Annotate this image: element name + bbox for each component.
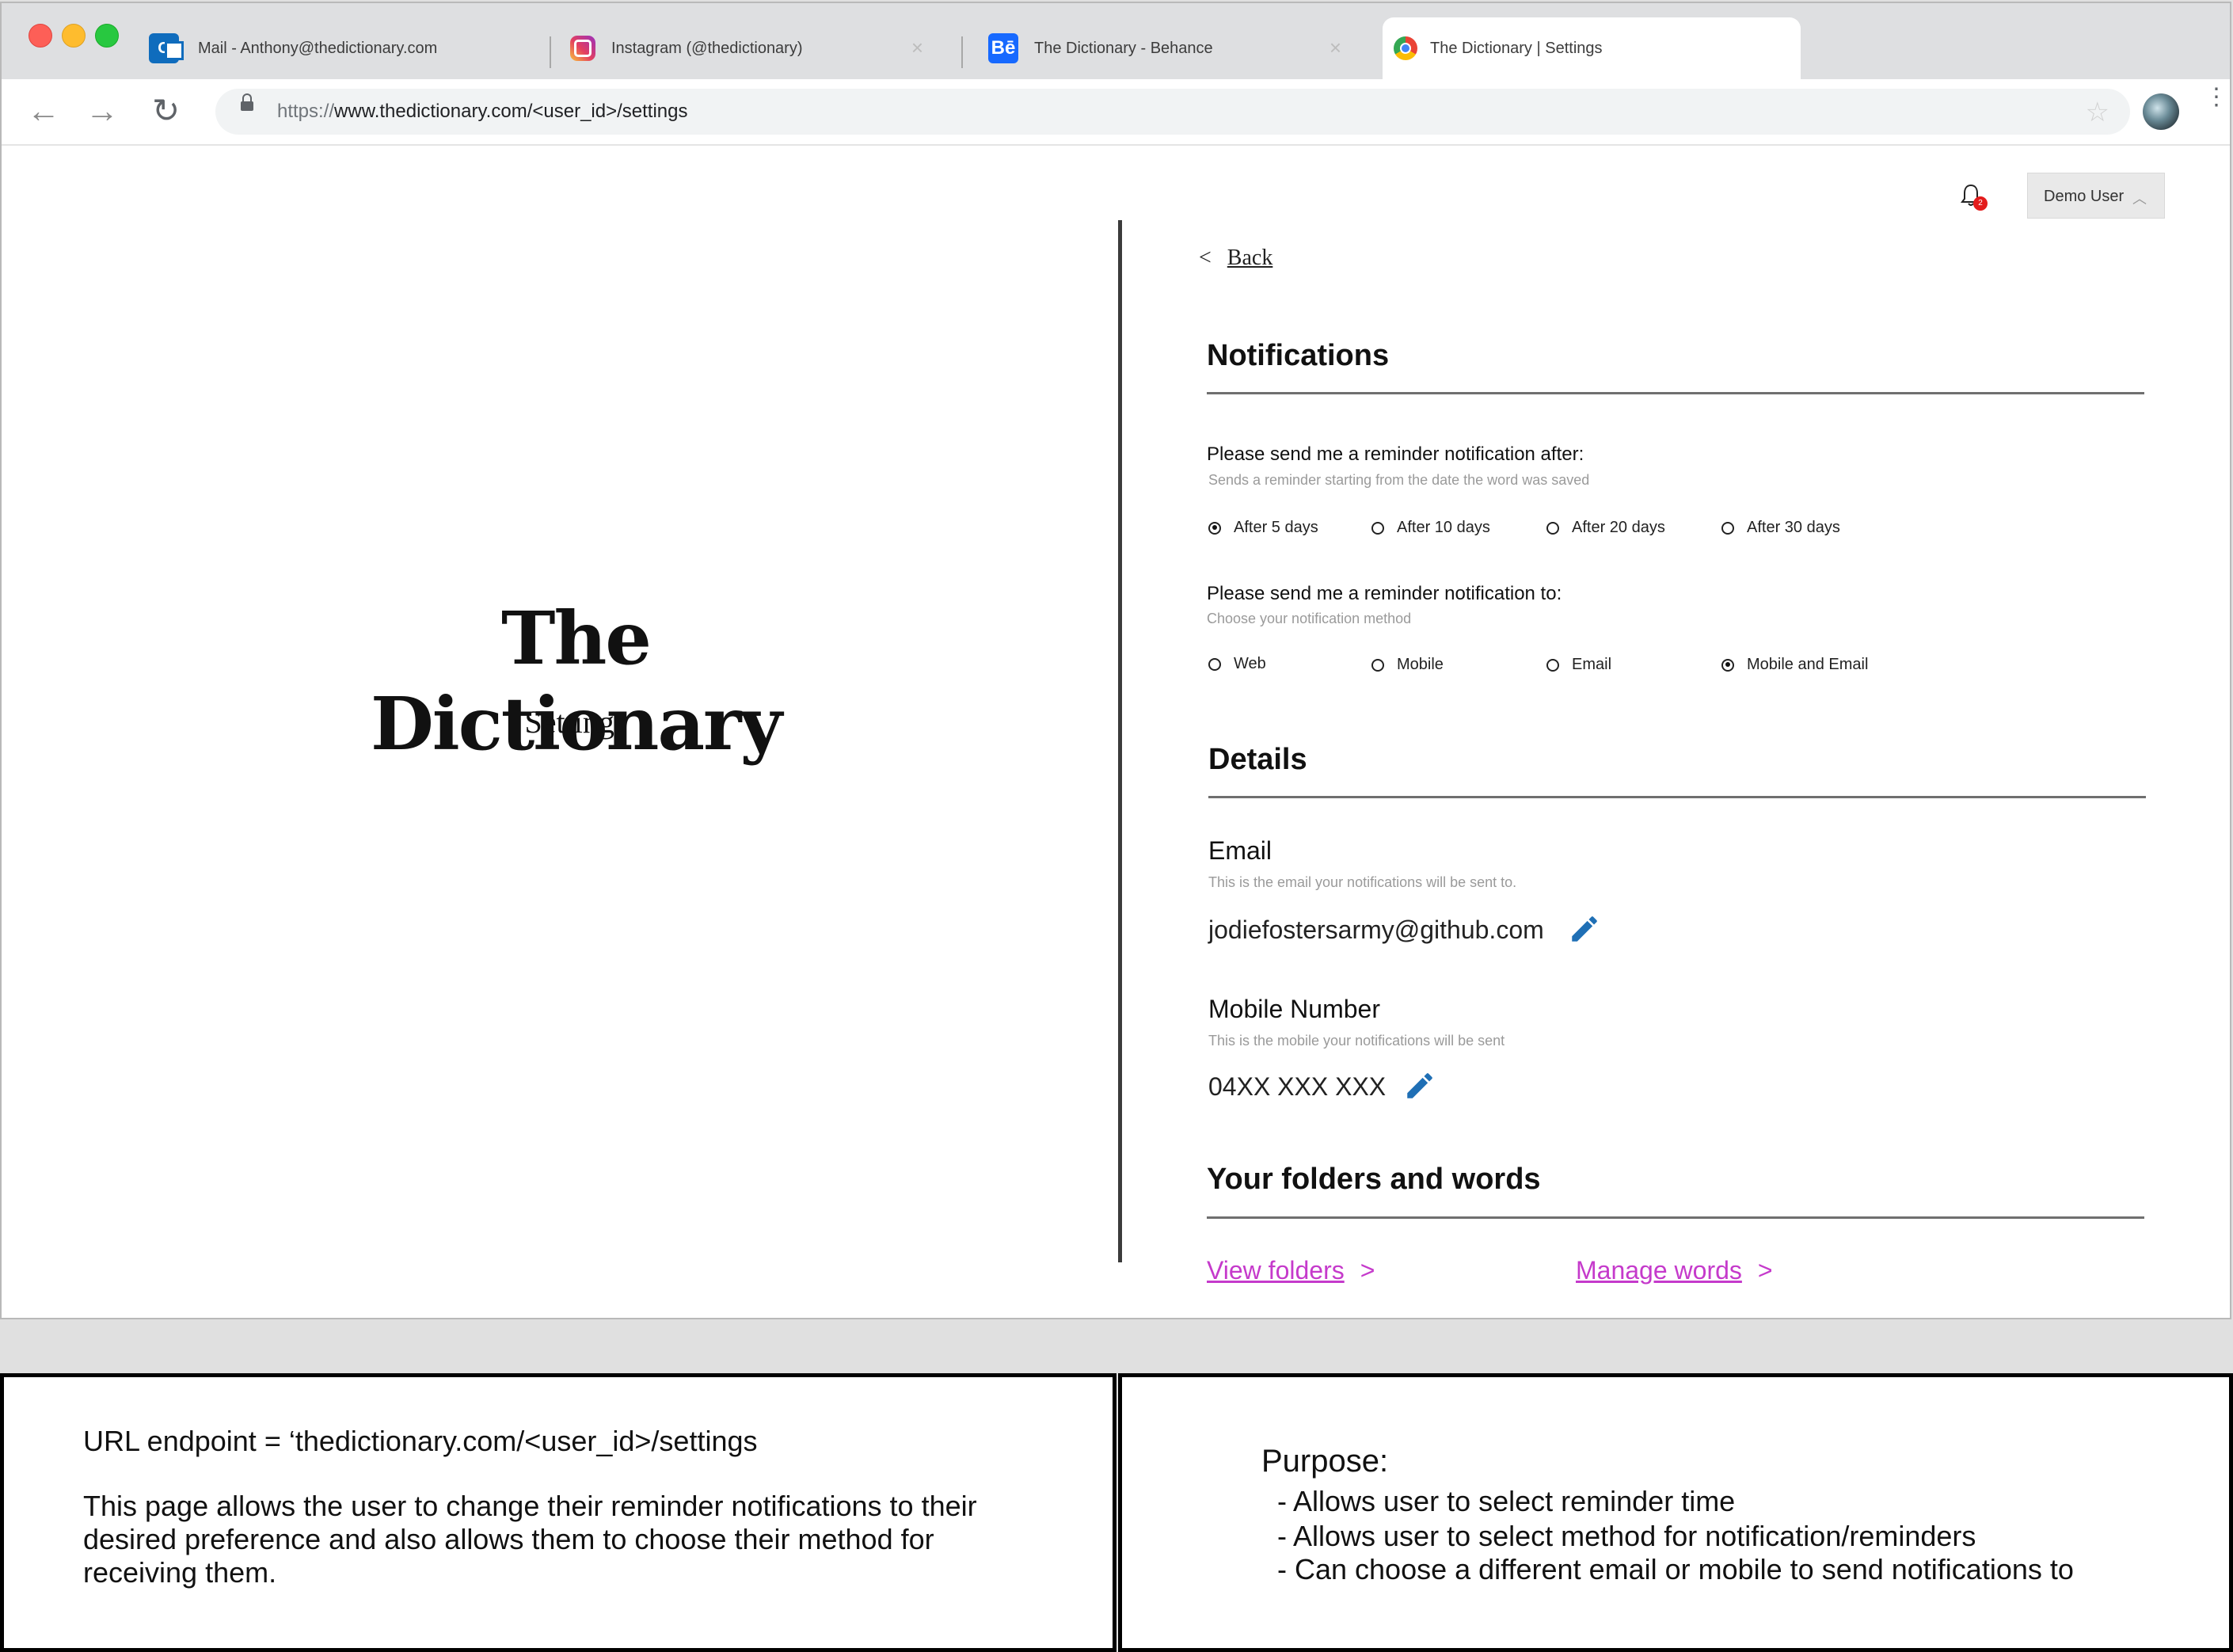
tab-mail[interactable]: O Mail - Anthony@thedictionary.com bbox=[149, 17, 545, 79]
tab-title: The Dictionary | Settings bbox=[1430, 39, 1603, 57]
manage-words-label[interactable]: Manage words bbox=[1576, 1256, 1742, 1285]
browser-toolbar: ← → ↻ https://www.thedictionary.com/<use… bbox=[2, 79, 2230, 146]
mobile-label: Mobile Number bbox=[1208, 995, 1380, 1023]
url-text[interactable]: https://www.thedictionary.com/<user_id>/… bbox=[277, 101, 687, 123]
back-link[interactable]: < Back bbox=[1199, 246, 1272, 271]
browser-menu-icon[interactable]: ⋮ bbox=[2204, 86, 2228, 109]
chevron-right-icon: > bbox=[1360, 1256, 1375, 1285]
annotation-description: This page allows the user to change thei… bbox=[83, 1490, 977, 1589]
user-menu-button[interactable]: Demo User ︿ bbox=[2027, 173, 2165, 219]
email-value: jodiefostersarmy@github.com bbox=[1208, 915, 1544, 944]
annotation-endpoint-box: URL endpoint = ‘thedictionary.com/<user_… bbox=[0, 1373, 1116, 1652]
manage-words-link[interactable]: Manage words > bbox=[1576, 1256, 1773, 1285]
radio-method-email[interactable]: Email bbox=[1546, 656, 1611, 674]
address-bar[interactable]: https://www.thedictionary.com/<user_id>/… bbox=[215, 89, 2130, 135]
chevron-left-icon: < bbox=[1199, 246, 1212, 270]
radio-method-mobile[interactable]: Mobile bbox=[1371, 656, 1444, 674]
bookmark-star-icon[interactable]: ☆ bbox=[2086, 97, 2109, 128]
view-folders-label[interactable]: View folders bbox=[1207, 1256, 1345, 1285]
radio-after-30-days[interactable]: After 30 days bbox=[1721, 519, 1840, 537]
annotation-purpose-title: Purpose: bbox=[1261, 1444, 1389, 1479]
mobile-value: 04XX XXX XXX bbox=[1208, 1072, 1387, 1101]
tab-close-icon[interactable]: × bbox=[911, 37, 923, 58]
section-divider bbox=[1207, 1216, 2144, 1219]
chevron-right-icon: > bbox=[1757, 1256, 1773, 1285]
behance-icon: Bē bbox=[988, 33, 1018, 63]
reload-icon[interactable]: ↻ bbox=[152, 94, 180, 128]
back-link-label[interactable]: Back bbox=[1227, 246, 1273, 270]
browser-window: O Mail - Anthony@thedictionary.com Insta… bbox=[0, 2, 2231, 1319]
view-folders-link[interactable]: View folders > bbox=[1207, 1256, 1375, 1285]
reminder-to-hint: Choose your notification method bbox=[1207, 611, 1412, 626]
tab-separator bbox=[961, 36, 963, 68]
window-close-button[interactable] bbox=[29, 24, 52, 48]
radio-empty-icon bbox=[1721, 521, 1734, 535]
instagram-icon bbox=[570, 36, 595, 61]
details-heading: Details bbox=[1208, 743, 1307, 776]
radio-selected-icon bbox=[1208, 521, 1221, 535]
radio-after-10-days[interactable]: After 10 days bbox=[1371, 519, 1490, 537]
tab-close-icon[interactable]: × bbox=[1330, 37, 1341, 58]
forward-arrow-icon[interactable]: → bbox=[86, 94, 119, 128]
back-arrow-icon[interactable]: ← bbox=[27, 94, 60, 128]
brand-subtitle: Settings bbox=[524, 704, 627, 740]
window-zoom-button[interactable] bbox=[95, 24, 119, 48]
tab-separator bbox=[550, 36, 551, 68]
annotation-purpose-item: - Can choose a different email or mobile… bbox=[1277, 1553, 2074, 1585]
radio-method-web[interactable]: Web bbox=[1208, 655, 1266, 673]
radio-empty-icon bbox=[1208, 657, 1221, 671]
mobile-hint: This is the mobile your notifications wi… bbox=[1208, 1033, 1505, 1049]
profile-avatar[interactable] bbox=[2143, 93, 2179, 130]
radio-after-5-days[interactable]: After 5 days bbox=[1208, 519, 1318, 537]
tab-behance[interactable]: Bē The Dictionary - Behance × bbox=[988, 17, 1360, 79]
tab-title: Instagram (@thedictionary) bbox=[611, 39, 803, 57]
radio-empty-icon bbox=[1371, 658, 1384, 672]
annotation-purpose-box: Purpose: - Allows user to select reminde… bbox=[1118, 1373, 2233, 1652]
annotation-purpose-item: - Allows user to select method for notif… bbox=[1277, 1520, 1976, 1552]
vertical-divider bbox=[1118, 220, 1122, 1262]
user-menu-label: Demo User bbox=[2044, 188, 2125, 205]
notifications-heading: Notifications bbox=[1207, 339, 1390, 372]
reminder-to-question: Please send me a reminder notification t… bbox=[1207, 583, 1562, 604]
email-hint: This is the email your notifications wil… bbox=[1208, 874, 1517, 890]
reminder-after-hint: Sends a reminder starting from the date … bbox=[1208, 472, 1590, 488]
reminder-after-question: Please send me a reminder notification a… bbox=[1207, 443, 1584, 465]
lock-icon bbox=[241, 93, 253, 111]
brand-title: The Dictionary bbox=[371, 596, 782, 767]
tab-strip: O Mail - Anthony@thedictionary.com Insta… bbox=[2, 3, 2230, 80]
radio-empty-icon bbox=[1371, 521, 1384, 535]
tab-settings[interactable]: The Dictionary | Settings bbox=[1383, 17, 1801, 79]
outlook-icon: O bbox=[149, 33, 184, 63]
pencil-edit-email-icon[interactable] bbox=[1568, 912, 1601, 946]
annotation-purpose-item: - Allows user to select reminder time bbox=[1277, 1485, 1736, 1517]
tab-instagram[interactable]: Instagram (@thedictionary) × bbox=[570, 17, 942, 79]
section-divider bbox=[1207, 392, 2144, 394]
window-minimize-button[interactable] bbox=[62, 24, 86, 48]
section-divider bbox=[1208, 796, 2146, 798]
annotation-endpoint: URL endpoint = ‘thedictionary.com/<user_… bbox=[83, 1425, 758, 1457]
tab-title: The Dictionary - Behance bbox=[1034, 39, 1213, 57]
radio-selected-icon bbox=[1721, 658, 1734, 672]
pencil-edit-mobile-icon[interactable] bbox=[1403, 1069, 1436, 1102]
radio-after-20-days[interactable]: After 20 days bbox=[1546, 519, 1665, 537]
chevron-up-icon: ︿ bbox=[2132, 191, 2147, 207]
radio-empty-icon bbox=[1546, 658, 1559, 672]
folders-heading: Your folders and words bbox=[1207, 1163, 1541, 1196]
radio-method-mobile-and-email[interactable]: Mobile and Email bbox=[1721, 656, 1868, 674]
email-label: Email bbox=[1208, 836, 1272, 865]
chrome-icon bbox=[1394, 36, 1417, 60]
radio-empty-icon bbox=[1546, 521, 1559, 535]
notification-badge: 2 bbox=[1973, 196, 1988, 211]
tab-title: Mail - Anthony@thedictionary.com bbox=[198, 39, 438, 57]
